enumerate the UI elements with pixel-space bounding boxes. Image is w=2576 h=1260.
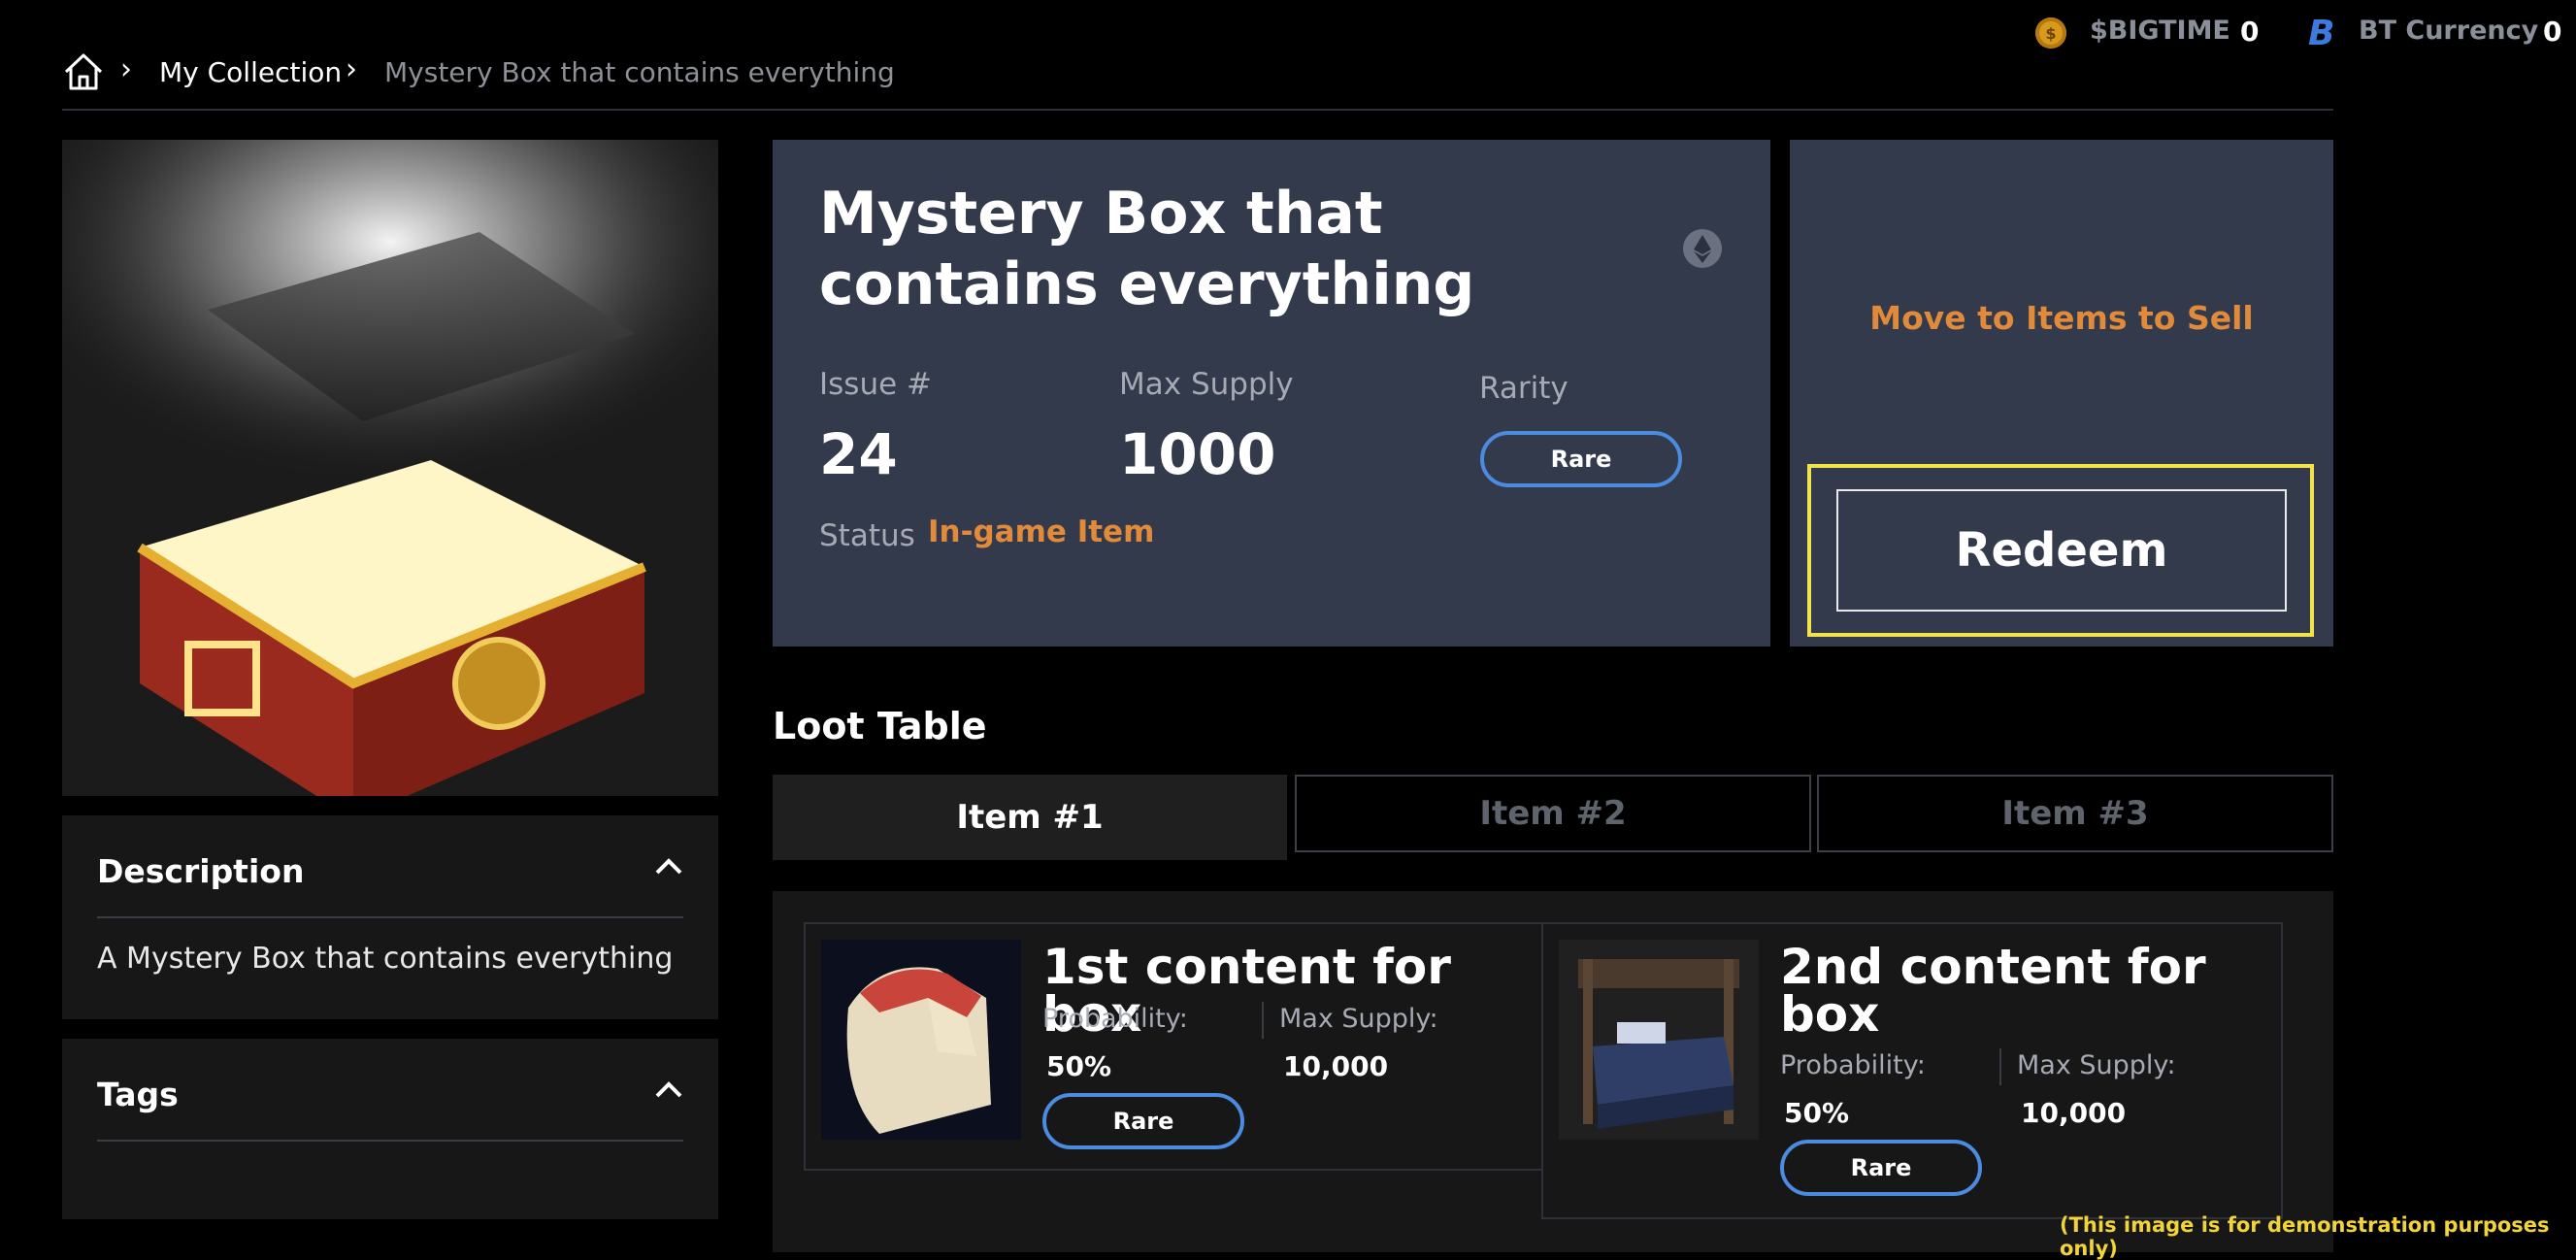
breadcrumb-my-collection[interactable]: My Collection	[159, 56, 342, 88]
bigtime-balance: 0	[2240, 16, 2260, 48]
demo-disclaimer: (This image is for demonstration purpose…	[2060, 1213, 2550, 1260]
loot-table-title: Loot Table	[773, 705, 987, 747]
tab-item-1[interactable]: Item #1	[773, 775, 1287, 860]
redeem-button[interactable]: Redeem	[1836, 489, 2287, 612]
loot-item-image	[821, 940, 1021, 1140]
tab-item-3[interactable]: Item #3	[1817, 775, 2333, 852]
max-supply-label: Max Supply:	[2017, 1050, 2176, 1080]
status-label: Status	[819, 518, 915, 553]
max-supply-value: 10,000	[2021, 1097, 2127, 1129]
description-title: Description	[97, 852, 305, 890]
description-panel: Description A Mystery Box that contains …	[62, 815, 718, 1019]
rarity-badge: Rare	[1042, 1093, 1244, 1149]
probability-label: Probability:	[1780, 1050, 1926, 1080]
move-to-items-to-sell-link[interactable]: Move to Items to Sell	[1790, 299, 2333, 337]
bigtime-coin-icon: $	[2035, 17, 2066, 49]
probability-label: Probability:	[1042, 1004, 1188, 1034]
max-supply-label: Max Supply	[1119, 367, 1294, 402]
chevron-up-icon[interactable]	[654, 1079, 683, 1103]
item-info-card: Mystery Box that contains everything Iss…	[773, 140, 1770, 647]
svg-text:B: B	[2308, 14, 2334, 50]
probability-value: 50%	[1046, 1050, 1112, 1082]
tags-title: Tags	[97, 1076, 179, 1113]
bt-currency-label: BT Currency	[2359, 16, 2539, 46]
ethereum-icon	[1683, 229, 1722, 272]
max-supply-value: 10,000	[1283, 1050, 1389, 1082]
loot-item-title-line1: 2nd content for	[1780, 939, 2206, 995]
probability-value: 50%	[1784, 1097, 1850, 1129]
home-icon[interactable]	[62, 50, 105, 97]
redeem-highlight: Redeem	[1807, 464, 2314, 637]
header-divider	[62, 109, 2333, 111]
bt-currency-icon: B	[2306, 14, 2335, 54]
loot-content-area: 1st content for box Probability: Max Sup…	[773, 891, 2333, 1252]
rarity-badge: Rare	[1780, 1140, 1982, 1196]
column-divider	[1999, 1048, 2001, 1085]
issue-label: Issue #	[819, 367, 932, 402]
rarity-badge: Rare	[1480, 431, 1682, 487]
item-title: Mystery Box that contains everything	[819, 180, 1475, 318]
tab-item-2[interactable]: Item #2	[1295, 775, 1811, 852]
chevron-right-icon: ›	[346, 52, 357, 86]
actions-card: Move to Items to Sell Redeem	[1790, 140, 2333, 647]
loot-item-title: 2nd content for box	[1780, 939, 2206, 1043]
max-supply-value: 1000	[1119, 421, 1276, 487]
bigtime-label: $BIGTIME	[2090, 16, 2230, 46]
loot-item-title-line2: box	[1780, 986, 1880, 1043]
rarity-label: Rarity	[1479, 371, 1569, 406]
chevron-up-icon[interactable]	[654, 856, 683, 879]
loot-item-card: 1st content for box Probability: Max Sup…	[804, 922, 1543, 1171]
breadcrumb-current-item: Mystery Box that contains everything	[384, 56, 895, 88]
breadcrumb: › My Collection › Mystery Box that conta…	[62, 50, 936, 93]
loot-item-image	[1559, 940, 1759, 1140]
chevron-right-icon: ›	[120, 52, 132, 86]
issue-value: 24	[819, 421, 898, 487]
bt-currency-balance: 0	[2543, 16, 2562, 48]
description-text: A Mystery Box that contains everything	[97, 942, 674, 976]
description-divider	[97, 916, 683, 918]
column-divider	[1262, 1002, 1264, 1039]
item-image	[62, 140, 718, 796]
tags-divider	[97, 1140, 683, 1142]
tags-panel: Tags	[62, 1039, 718, 1219]
max-supply-label: Max Supply:	[1279, 1004, 1438, 1034]
status-value: In-game Item	[928, 514, 1155, 549]
loot-item-card: 2nd content for box Probability: Max Sup…	[1541, 922, 2283, 1219]
